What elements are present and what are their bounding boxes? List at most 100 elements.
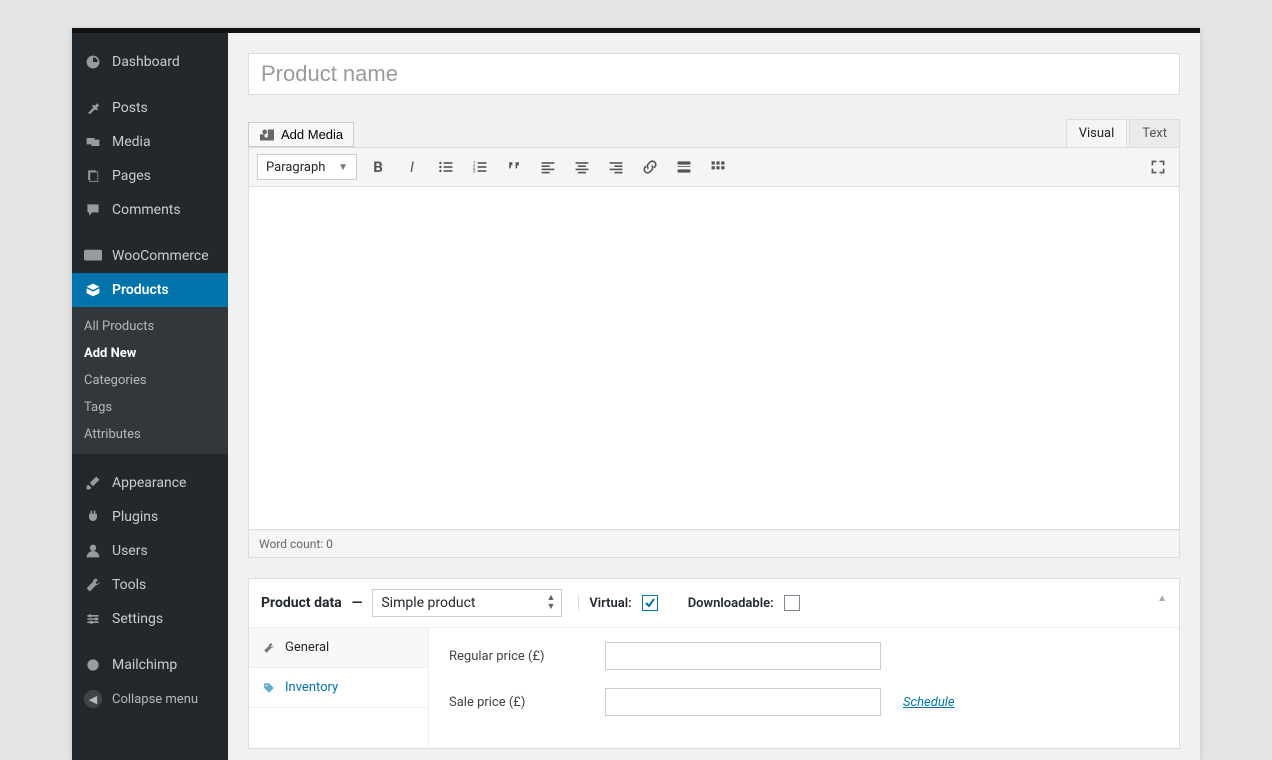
sidebar-item-label: Media — [112, 134, 151, 150]
panel-collapse-toggle[interactable]: ▲ — [1157, 593, 1167, 604]
brush-icon — [84, 475, 102, 491]
sidebar-item-media[interactable]: Media — [72, 125, 228, 159]
bold-button[interactable]: B — [365, 154, 391, 180]
sidebar-sub-categories[interactable]: Categories — [72, 367, 228, 394]
pd-tab-label: General — [285, 640, 329, 655]
sidebar-item-users[interactable]: Users — [72, 534, 228, 568]
regular-price-label: Regular price (£) — [449, 649, 589, 664]
tab-visual[interactable]: Visual — [1066, 119, 1128, 147]
product-data-title: Product data — [261, 595, 342, 611]
product-data-panel: Product data — Simple product ▲▼ Virtual… — [248, 578, 1180, 749]
sale-price-label: Sale price (£) — [449, 695, 589, 710]
sidebar-item-label: WooCommerce — [112, 248, 209, 264]
sidebar-item-posts[interactable]: Posts — [72, 91, 228, 125]
woocommerce-icon — [84, 249, 102, 263]
sidebar-item-comments[interactable]: Comments — [72, 193, 228, 227]
settings-icon — [84, 611, 102, 627]
divider — [578, 595, 579, 611]
collapse-menu-button[interactable]: ◀ Collapse menu — [72, 682, 228, 716]
media-icon — [84, 134, 102, 150]
user-icon — [84, 543, 102, 559]
pd-tab-general[interactable]: General — [249, 628, 428, 668]
pd-tab-label: Inventory — [285, 680, 338, 695]
link-button[interactable] — [637, 154, 663, 180]
bullet-list-button[interactable] — [433, 154, 459, 180]
virtual-checkbox[interactable] — [642, 595, 658, 611]
wrench-icon — [263, 642, 277, 654]
sidebar-item-label: Appearance — [112, 475, 186, 491]
editor-toolbar: Paragraph ▼ B I 123 — [248, 147, 1180, 186]
chevron-down-icon: ▼ — [338, 162, 348, 173]
sidebar-item-label: Comments — [112, 202, 181, 218]
sidebar-item-label: Pages — [112, 168, 151, 184]
sale-price-input[interactable] — [605, 688, 881, 716]
sidebar-item-settings[interactable]: Settings — [72, 602, 228, 636]
product-type-select[interactable]: Simple product ▲▼ — [372, 589, 562, 617]
sidebar-item-label: Plugins — [112, 509, 158, 525]
pd-tab-inventory[interactable]: Inventory — [249, 668, 428, 708]
sidebar-item-appearance[interactable]: Appearance — [72, 466, 228, 500]
editor-status-bar: Word count: 0 — [248, 530, 1180, 558]
products-icon — [84, 282, 102, 298]
sidebar-item-label: Dashboard — [112, 54, 180, 70]
blockquote-button[interactable] — [501, 154, 527, 180]
sidebar-item-tools[interactable]: Tools — [72, 568, 228, 602]
tag-icon — [263, 682, 277, 694]
sidebar-item-mailchimp[interactable]: Mailchimp — [72, 648, 228, 682]
virtual-label: Virtual: — [589, 596, 631, 611]
sidebar-item-label: Users — [112, 543, 148, 559]
downloadable-checkbox[interactable] — [784, 595, 800, 611]
format-select[interactable]: Paragraph ▼ — [257, 154, 357, 180]
toolbar-toggle-button[interactable] — [705, 154, 731, 180]
sidebar-item-products[interactable]: Products — [72, 273, 228, 307]
sidebar-item-label: Mailchimp — [112, 657, 177, 673]
dashboard-icon — [84, 54, 102, 70]
schedule-link[interactable]: Schedule — [903, 695, 955, 710]
sidebar-sub-tags[interactable]: Tags — [72, 394, 228, 421]
sidebar-item-pages[interactable]: Pages — [72, 159, 228, 193]
align-center-button[interactable] — [569, 154, 595, 180]
align-left-button[interactable] — [535, 154, 561, 180]
number-list-button[interactable]: 123 — [467, 154, 493, 180]
sidebar-item-label: Posts — [112, 100, 148, 116]
svg-text:3: 3 — [473, 169, 476, 175]
sidebar-item-plugins[interactable]: Plugins — [72, 500, 228, 534]
collapse-icon: ◀ — [84, 690, 102, 708]
align-right-button[interactable] — [603, 154, 629, 180]
sidebar-item-dashboard[interactable]: Dashboard — [72, 45, 228, 79]
comments-icon — [84, 202, 102, 218]
add-media-button[interactable]: Add Media — [248, 122, 354, 147]
pin-icon — [84, 100, 102, 116]
product-data-dash: — — [352, 595, 363, 611]
read-more-button[interactable] — [671, 154, 697, 180]
mailchimp-icon — [84, 657, 102, 673]
sidebar-sub-all-products[interactable]: All Products — [72, 313, 228, 340]
sidebar-item-label: Products — [112, 282, 169, 298]
product-title-input[interactable] — [248, 53, 1180, 95]
regular-price-input[interactable] — [605, 642, 881, 670]
collapse-label: Collapse menu — [112, 692, 198, 707]
main-content: Add Media Visual Text Paragraph ▼ B I — [228, 33, 1200, 760]
sidebar-sub-add-new[interactable]: Add New — [72, 340, 228, 367]
fullscreen-button[interactable] — [1145, 154, 1171, 180]
products-submenu: All Products Add New Categories Tags Att… — [72, 307, 228, 454]
wrench-icon — [84, 577, 102, 593]
plug-icon — [84, 509, 102, 525]
admin-sidebar: Dashboard Posts Media Pages Comments Woo… — [72, 33, 228, 760]
product-type-value: Simple product — [381, 595, 475, 611]
pages-icon — [84, 168, 102, 184]
format-label: Paragraph — [266, 160, 325, 175]
content-editor: Add Media Visual Text Paragraph ▼ B I — [248, 119, 1180, 558]
italic-button[interactable]: I — [399, 154, 425, 180]
sidebar-item-label: Tools — [112, 577, 146, 593]
select-arrows-icon: ▲▼ — [546, 594, 555, 612]
media-icon — [259, 128, 275, 142]
add-media-label: Add Media — [281, 127, 343, 142]
sidebar-sub-attributes[interactable]: Attributes — [72, 421, 228, 448]
tab-text[interactable]: Text — [1129, 119, 1180, 147]
downloadable-label: Downloadable: — [688, 596, 774, 611]
word-count: Word count: 0 — [259, 537, 333, 551]
sidebar-item-label: Settings — [112, 611, 163, 627]
sidebar-item-woocommerce[interactable]: WooCommerce — [72, 239, 228, 273]
editor-content-area[interactable] — [248, 186, 1180, 530]
